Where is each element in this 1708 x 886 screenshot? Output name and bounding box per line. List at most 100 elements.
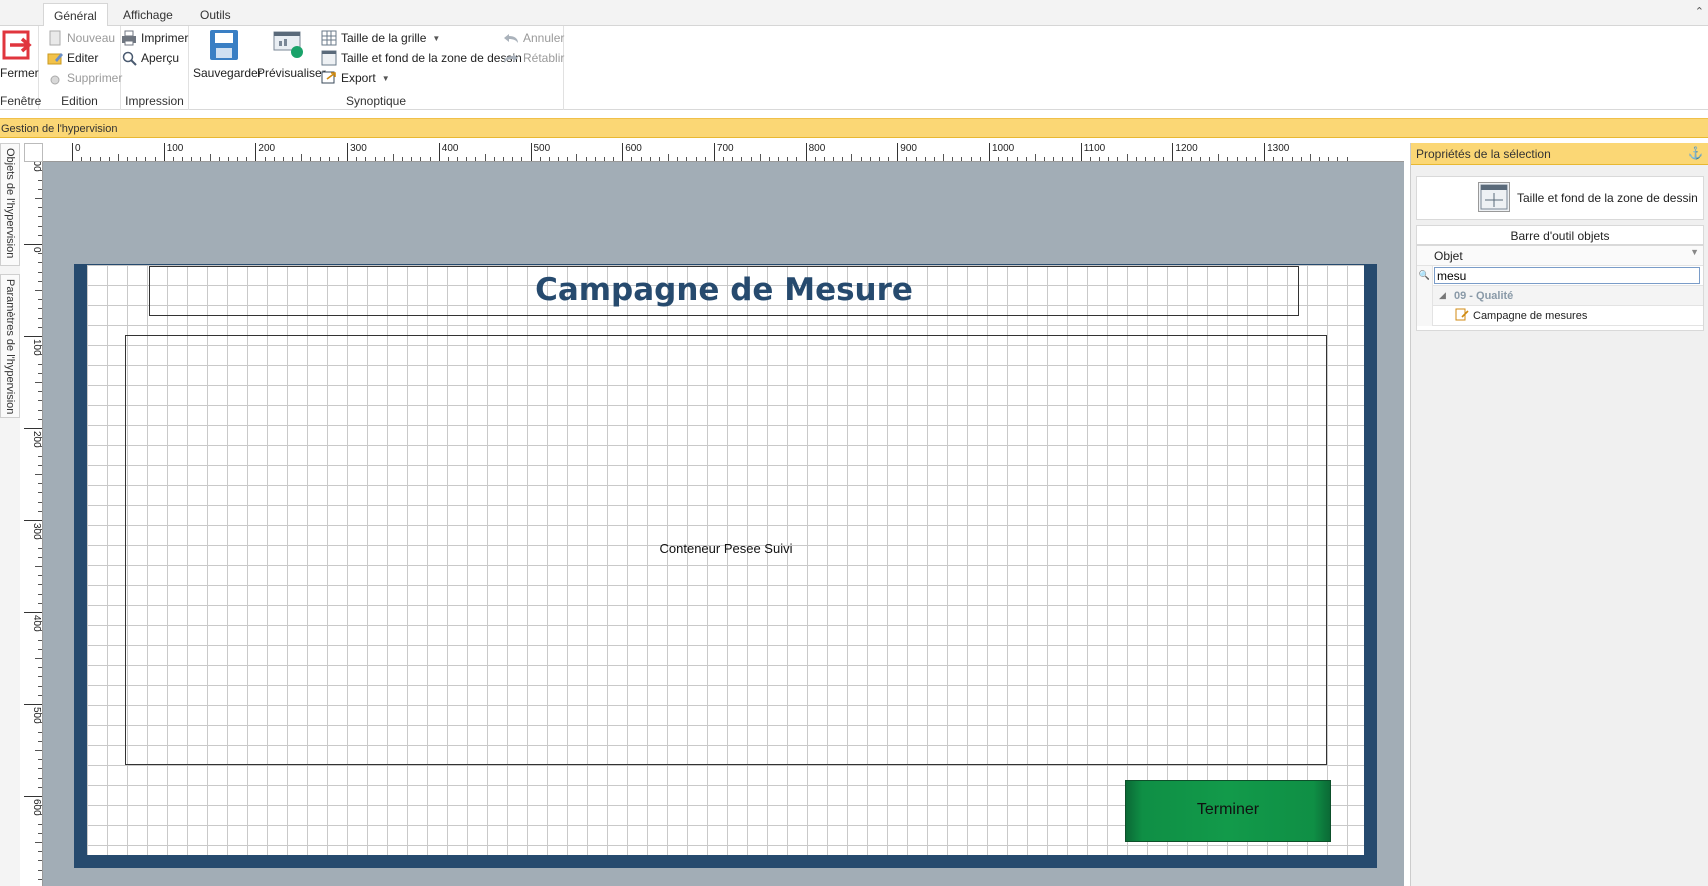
tab-affichage[interactable]: Affichage [113, 3, 183, 27]
ruler-minor-tick [695, 157, 697, 161]
export-icon [321, 70, 337, 86]
ruler-minor-tick [38, 400, 42, 402]
ruler-minor-tick [292, 157, 294, 161]
horizontal-ruler: 0 100 200 300 400 500 600 700 800 900 1000 1100 1200… [43, 143, 1404, 162]
ruler-minor-tick [1254, 157, 1256, 161]
ruler-minor-tick [457, 157, 459, 161]
side-tab-objects[interactable]: Objets de l'hypervision [0, 143, 20, 266]
drawing-area-label: Taille et fond de la zone de dessin [341, 51, 522, 65]
redo-label: Rétablir [523, 51, 565, 65]
panel-title: Propriétés de la sélection [1416, 147, 1551, 161]
ruler-minor-tick [833, 157, 835, 161]
pin-icon[interactable]: ⚓ [1688, 146, 1703, 160]
row-header [1417, 286, 1433, 306]
column-header-object[interactable]: Objet [1434, 249, 1463, 263]
ruler-minor-tick [38, 437, 42, 439]
new-label: Nouveau [67, 31, 116, 45]
ruler-minor-tick [823, 157, 825, 161]
ruler-minor-tick [1291, 157, 1293, 161]
new-document-icon [47, 30, 63, 46]
container-box[interactable]: Conteneur Pesee Suivi [125, 335, 1327, 765]
print-button[interactable]: Imprimer [121, 30, 188, 46]
drawing-area-button[interactable]: Taille et fond de la zone de dessin [321, 50, 522, 66]
ruler-minor-tick [38, 179, 42, 181]
ruler-minor-tick [35, 658, 42, 659]
finish-button[interactable]: Terminer [1125, 780, 1331, 842]
ruler-minor-tick [613, 157, 615, 161]
ruler-minor-tick [778, 157, 780, 161]
visualize-button[interactable]: Prévisualiser [257, 28, 326, 80]
ruler-minor-tick [35, 842, 42, 843]
ruler-minor-tick [365, 157, 367, 161]
new-button[interactable]: Nouveau [47, 30, 115, 46]
delete-button[interactable]: Supprimer [47, 70, 122, 86]
save-button[interactable]: Sauvegarder [193, 28, 262, 80]
edit-button[interactable]: Editer [47, 50, 98, 66]
ruler-minor-tick [447, 157, 449, 161]
ruler-minor-tick [970, 157, 972, 161]
ruler-minor-tick [108, 157, 110, 161]
ruler-minor-tick [603, 157, 605, 161]
ruler-minor-tick [1144, 157, 1146, 161]
magnifier-icon [121, 50, 137, 66]
ruler-minor-tick [924, 157, 926, 161]
ruler-minor-tick [640, 157, 642, 161]
ruler-minor-tick [594, 157, 596, 161]
object-table: Objet ▼ 🔍 ◢ 09 - Qualité Campagne de mes… [1416, 245, 1704, 331]
ruler-minor-tick [38, 225, 42, 227]
side-tab-strip: Objets de l'hypervision Paramètres de l'… [0, 143, 20, 886]
ruler-minor-tick [869, 157, 871, 161]
ruler-minor-tick [1227, 157, 1229, 161]
dropdown-arrow-icon: ▼ [432, 33, 441, 43]
export-button[interactable]: Export ▼ [321, 70, 390, 86]
ruler-minor-tick [38, 538, 42, 540]
ruler-minor-tick [38, 326, 42, 328]
drawing-grid[interactable]: Campagne de Mesure Conteneur Pesee Suivi… [87, 265, 1364, 855]
list-item[interactable]: Campagne de mesures [1417, 306, 1703, 326]
ruler-minor-tick [38, 207, 42, 209]
grid-size-button[interactable]: Taille de la grille ▼ [321, 30, 440, 46]
ruler-minor-tick [99, 157, 101, 161]
collapse-arrow-icon[interactable]: ◢ [1439, 290, 1446, 301]
ruler-minor-tick [567, 157, 569, 161]
collapse-ribbon-icon[interactable]: ⌃ [1695, 5, 1704, 18]
filter-input[interactable] [1434, 267, 1700, 284]
app-window: Général Affichage Outils ⌃ Fermer Fenêtr… [0, 0, 1708, 886]
title-textbox[interactable]: Campagne de Mesure [149, 266, 1299, 316]
ruler-minor-tick [759, 154, 761, 161]
ruler-minor-tick [1126, 154, 1128, 161]
undo-button[interactable]: Annuler [503, 30, 564, 46]
ruler-minor-tick [38, 639, 42, 641]
drawing-area-panel-button[interactable]: Taille et fond de la zone de dessin [1416, 176, 1704, 220]
preview-button[interactable]: Aperçu [121, 50, 179, 66]
container-label: Conteneur Pesee Suivi [659, 541, 793, 556]
ruler-minor-tick [237, 157, 239, 161]
side-tab-parameters[interactable]: Paramètres de l'hypervision [0, 274, 20, 418]
redo-button[interactable]: Rétablir [503, 50, 564, 66]
close-button[interactable]: Fermer [0, 28, 39, 80]
ruler-minor-tick [227, 157, 229, 161]
table-header-row: Objet ▼ [1417, 246, 1703, 266]
ruler-minor-tick [484, 154, 486, 161]
ruler-minor-tick [888, 157, 890, 161]
ruler-minor-tick [1154, 157, 1156, 161]
filter-row: 🔍 [1417, 266, 1703, 286]
drawing-canvas[interactable]: Campagne de Mesure Conteneur Pesee Suivi… [43, 162, 1404, 886]
ruler-minor-tick [172, 157, 174, 161]
object-toolbar-label: Barre d'outil objets [1416, 225, 1704, 245]
group-row[interactable]: ◢ 09 - Qualité [1417, 286, 1703, 306]
ruler-minor-tick [38, 492, 42, 494]
ruler-minor-tick [38, 464, 42, 466]
ruler-minor-tick [686, 157, 688, 161]
filter-icon[interactable]: ▼ [1690, 247, 1699, 257]
tab-general[interactable]: Général [43, 3, 108, 27]
ruler-minor-tick [38, 759, 42, 761]
ruler-minor-tick [787, 157, 789, 161]
ruler-minor-tick [38, 648, 42, 650]
ruler-minor-tick [38, 188, 42, 190]
tab-outils[interactable]: Outils [190, 3, 241, 27]
ruler-tick-label: 0 [72, 143, 81, 161]
ruler-minor-tick [301, 154, 303, 161]
undo-label: Annuler [523, 31, 565, 45]
ruler-minor-tick [38, 851, 42, 853]
